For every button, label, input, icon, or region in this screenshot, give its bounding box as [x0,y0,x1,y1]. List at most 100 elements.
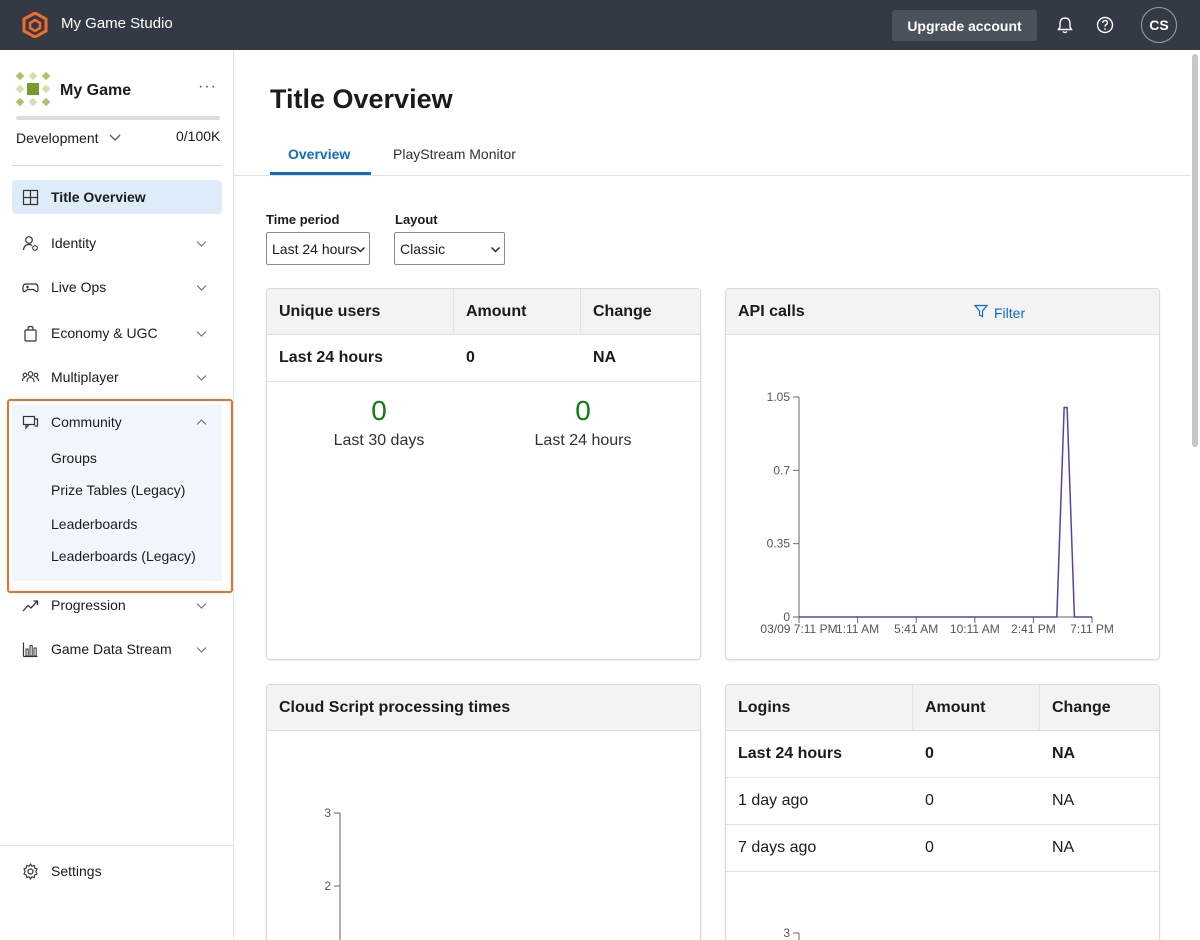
sidebar-item-title-overview[interactable]: Title Overview [12,180,222,214]
series-line [799,406,1092,618]
row-change: NA [593,349,617,366]
table-row: 1 day ago 0 NA [726,778,1159,825]
card-header: API calls Filter [726,289,1159,335]
chevron-down-icon[interactable] [108,130,122,144]
sidebar-item-label: Multiplayer [51,369,119,385]
sidebar-item-game-data-stream[interactable]: Game Data Stream [12,632,222,666]
x-tick-label: 7:11 PM [1070,622,1114,636]
chevron-down-icon[interactable] [195,643,208,656]
avatar[interactable]: CS [1141,7,1177,43]
card-title: Logins [738,699,791,716]
sidebar-item-label: Settings [51,863,102,879]
column-separator [912,685,913,731]
summary-caption: Last 24 hours [534,432,632,449]
row-change: NA [1052,745,1076,762]
bar-chart-icon [22,642,38,658]
y-tick-label: 0.35 [767,537,791,551]
card-title: Cloud Script processing times [279,699,511,716]
gamepad-icon [22,283,39,293]
time-period-select[interactable]: Last 24 hours [266,232,370,265]
time-period-value: Last 24 hours [272,241,357,257]
top-bar: My Game Studio Upgrade account CS [0,0,1200,50]
summary-value: 0 [575,395,591,426]
sidebar-item-label: Progression [51,597,126,613]
divider [0,845,233,846]
api-calls-chart: 1.050.70.35003/09 7:11 PM1:11 AM 5:41 AM 1… [760,390,1114,636]
tab-selected-indicator [270,172,371,175]
usage-bar [16,116,220,120]
unique-users-card: Unique users Amount Change Last 24 hours… [266,288,701,660]
chevron-down-icon[interactable] [195,281,208,294]
chevron-down-icon[interactable] [195,371,208,384]
sidebar-item-label: Identity [51,235,97,251]
tabs-divider [234,175,1200,176]
x-tick-label: 10:11 AM [950,622,1000,636]
chevron-down-icon[interactable] [195,599,208,612]
card-header: Unique users Amount Change [267,289,700,335]
x-tick-label: 03/09 7:11 PM [760,622,837,636]
y-tick-label: 0.7 [773,463,790,477]
column-separator [453,289,454,335]
layout-value: Classic [400,241,446,257]
tab-playstream-monitor[interactable]: PlayStream Monitor [393,146,516,162]
row-amount: 0 [925,839,934,856]
environment-select[interactable]: Development [16,130,99,146]
game-menu-icon[interactable]: ··· [198,78,217,96]
chevron-down-icon [356,247,365,253]
chevron-down-icon [491,247,500,253]
api-calls-card: API calls Filter 1.05 0.7 0.35 0 03/09 7:11 … [725,288,1160,660]
people-icon [22,371,39,383]
sidebar-item-label: Title Overview [51,189,146,205]
layout-select[interactable]: Classic [394,232,505,265]
row-period: Last 24 hours [738,745,843,762]
column-header-amount: Amount [466,303,527,320]
chevron-down-icon[interactable] [195,237,208,250]
scrollbar-thumb[interactable] [1192,54,1198,447]
studio-name[interactable]: My Game Studio [61,15,173,32]
chevron-down-icon[interactable] [195,327,208,340]
row-change: NA [1052,792,1075,809]
table-row: 7 days ago 0 NA [726,825,1159,872]
filter-icon [974,304,988,318]
tab-overview[interactable]: Overview [288,146,350,162]
bell-icon[interactable] [1054,14,1076,36]
logins-card: Logins Amount Change Last 24 hours 0 NA … [725,684,1160,940]
row-period: 1 day ago [738,792,809,809]
grid-icon [22,189,39,206]
brand-logo-icon[interactable] [22,12,48,38]
summary-caption: Last 30 days [333,432,425,449]
sidebar-item-economy-ugc[interactable]: Economy & UGC [12,316,222,350]
column-header-amount: Amount [925,699,986,716]
card-header: Logins Amount Change [726,685,1159,731]
y-tick-label: 3 [324,806,331,820]
help-icon[interactable] [1094,14,1116,36]
cloud-script-card: Cloud Script processing times 3 2 [266,684,701,940]
trend-icon [22,600,39,612]
sidebar-item-live-ops[interactable]: Live Ops [12,270,222,304]
y-tick-label: 1.05 [767,390,791,404]
divider [12,165,222,166]
sidebar-item-identity[interactable]: Identity [12,226,222,260]
sidebar-item-multiplayer[interactable]: Multiplayer [12,360,222,394]
column-header-change: Change [1052,699,1111,716]
table-row: Last 24 hours 0 NA [267,335,700,382]
y-tick-label: 2 [324,879,331,893]
usage-value: 0/100K [176,128,221,144]
summary-value: 0 [371,395,387,426]
game-logo-icon [16,72,50,106]
sidebar: My Game ··· Development 0/100K Title Ove… [0,50,234,940]
x-tick-label: 1:11 AM [836,622,879,636]
upgrade-account-button[interactable]: Upgrade account [892,10,1037,41]
bag-icon [24,325,37,342]
x-tick-label: 5:41 AM [894,622,938,636]
row-period: 7 days ago [738,839,817,856]
sidebar-item-settings[interactable]: Settings [12,854,222,888]
main-content: Title Overview Overview PlayStream Monit… [234,50,1200,940]
row-change: NA [1052,839,1075,856]
sidebar-item-progression[interactable]: Progression [12,588,222,622]
identity-icon [22,236,38,251]
gear-icon [23,863,38,880]
row-amount: 0 [925,792,934,809]
column-header-change: Change [593,303,652,320]
card-title: Unique users [279,303,381,320]
